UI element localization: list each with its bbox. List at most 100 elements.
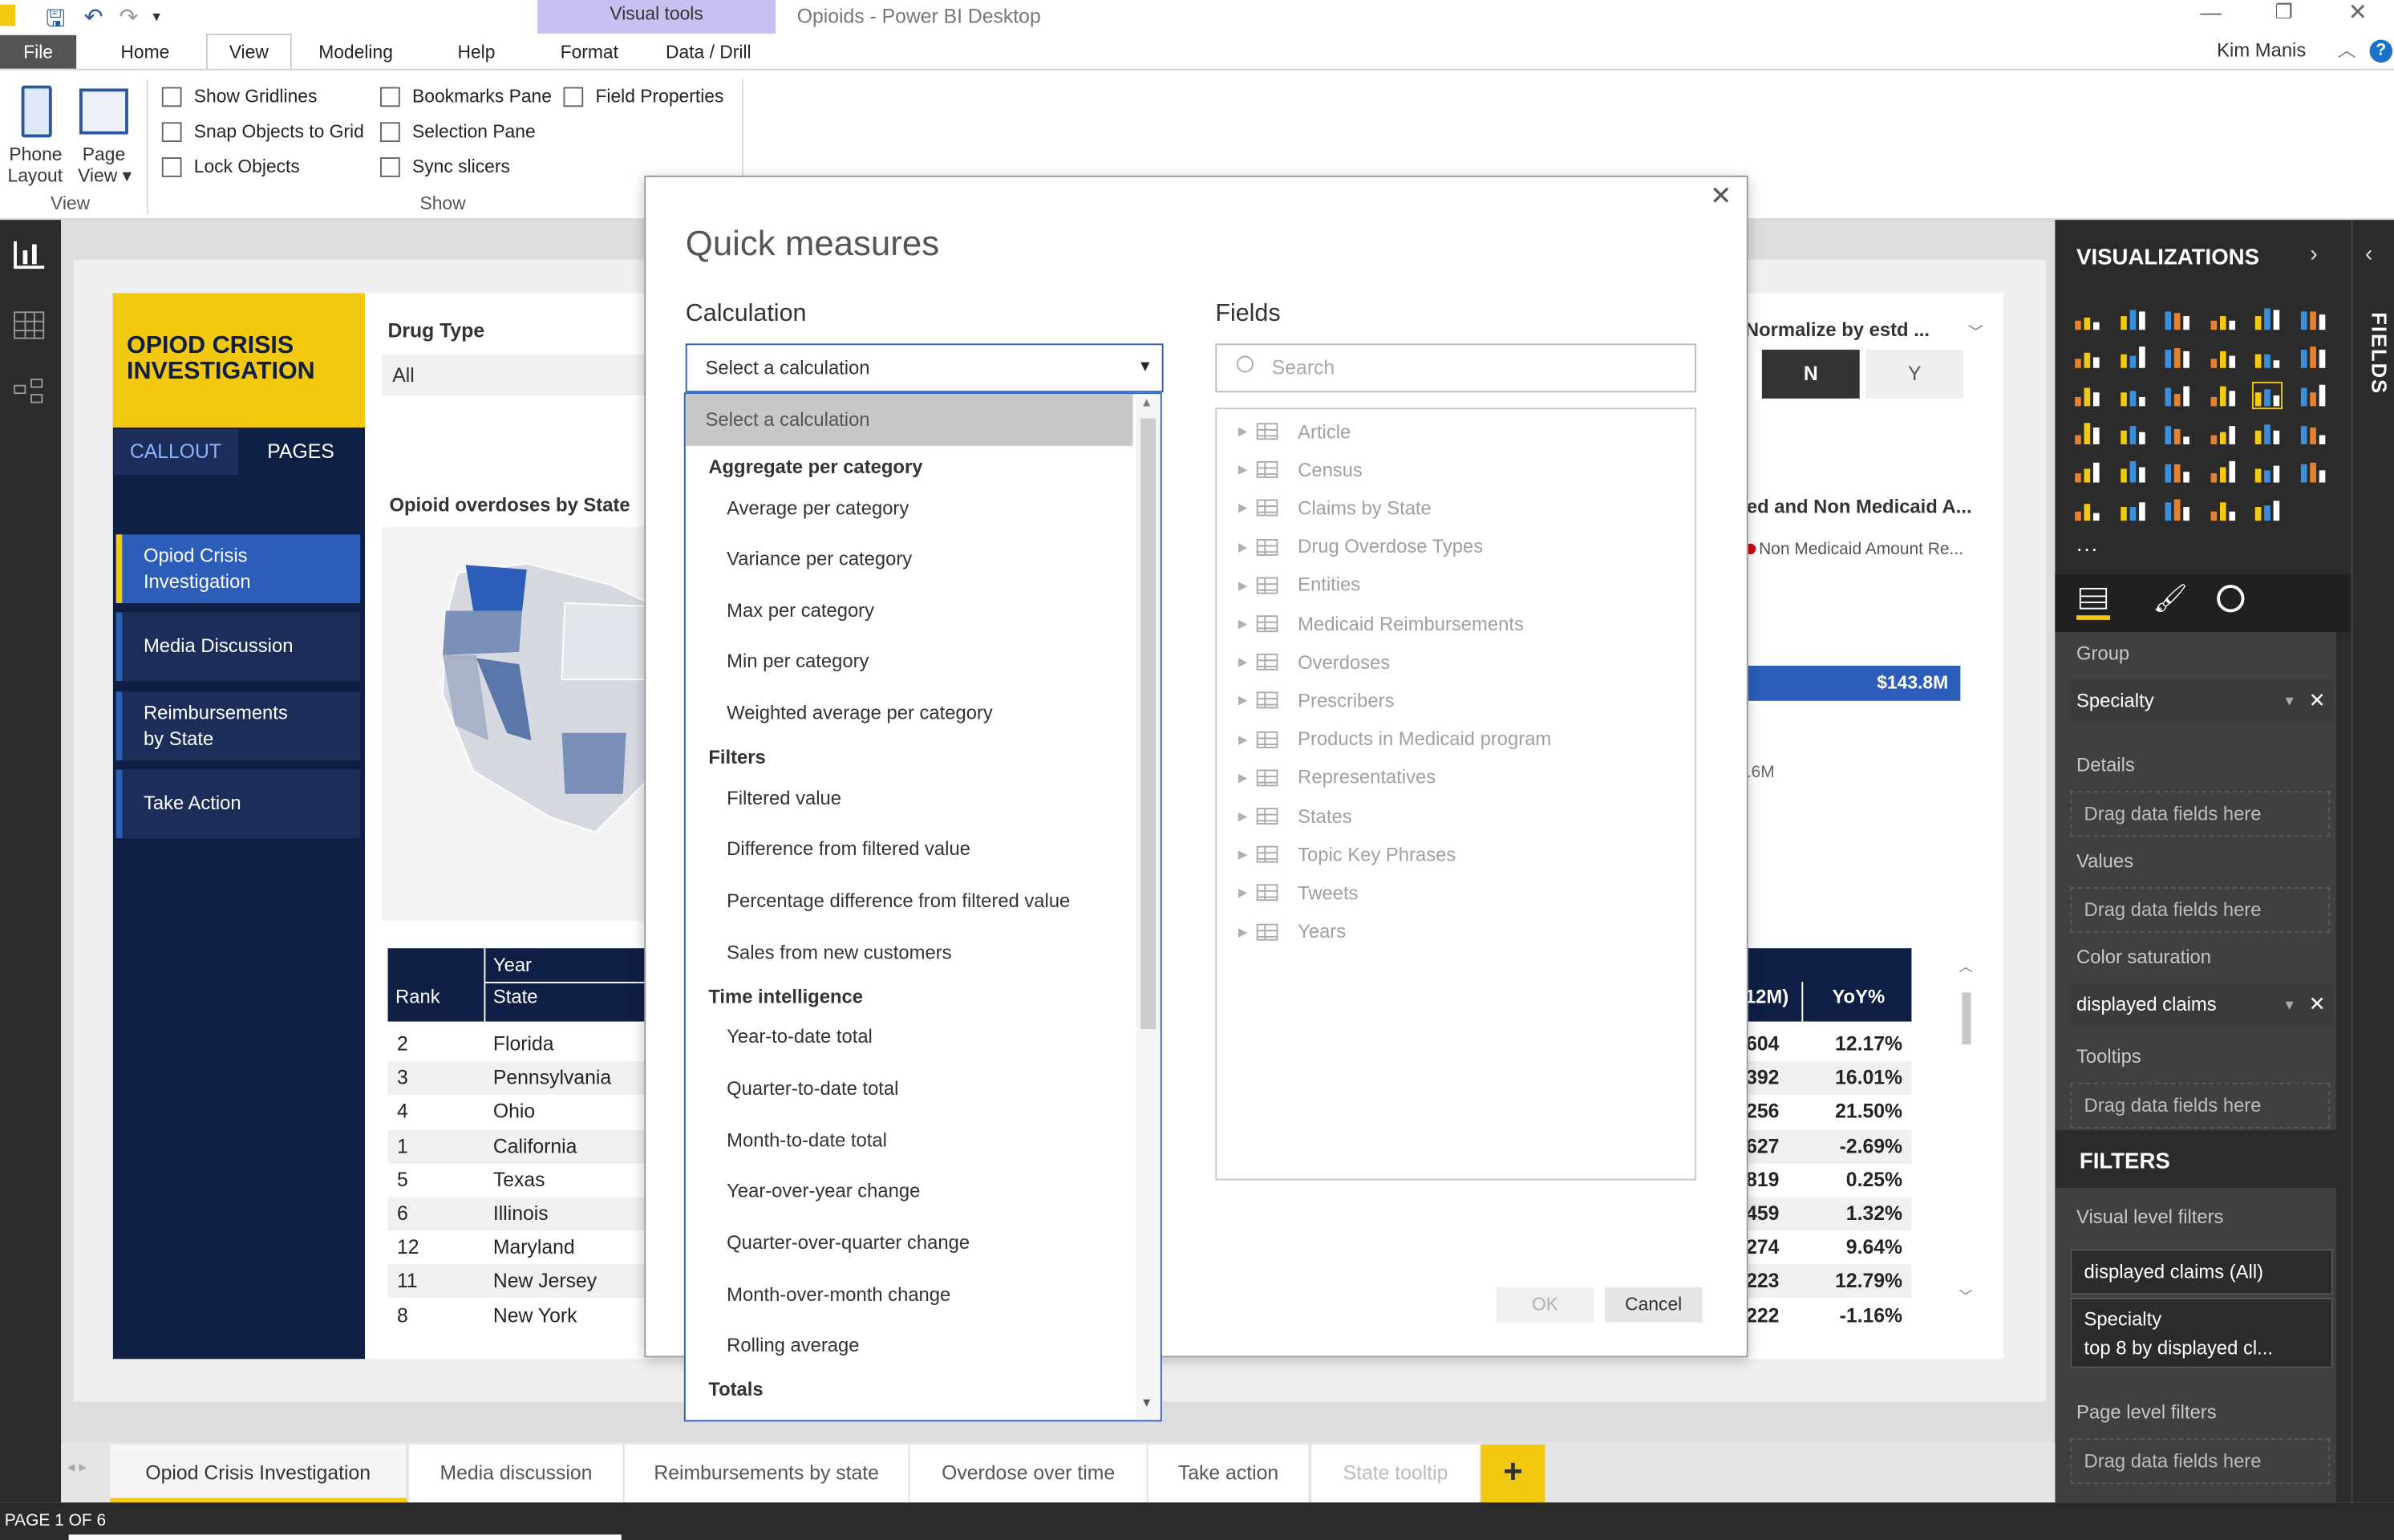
col-12m-header[interactable]: 12M) (1745, 987, 1788, 1008)
help-icon[interactable]: ? (2369, 39, 2393, 63)
remove-field-icon[interactable]: ✕ (2309, 679, 2326, 722)
yoy-cell[interactable]: 12.17% (1809, 1027, 1902, 1061)
rank-cell[interactable]: 1 (397, 1129, 408, 1163)
show-gridlines-checkbox[interactable]: Show Gridlines (161, 83, 317, 110)
yoy-header[interactable]: YoY% (1832, 987, 1885, 1008)
calculation-select[interactable]: Select a calculation ▼ (685, 343, 1164, 393)
field-table-item[interactable]: ▶ Medicaid Reimbursements (1238, 605, 1524, 643)
expand-arrow-icon[interactable]: ▶ (1238, 578, 1257, 592)
sync-slicers-checkbox[interactable]: Sync slicers (380, 152, 510, 180)
field-table-item[interactable]: ▶ Claims by State (1238, 489, 1432, 528)
custom-6-icon[interactable] (2254, 498, 2281, 522)
nav-take-action[interactable]: Take Action (115, 769, 361, 839)
state-cell[interactable]: Pennsylvania (493, 1061, 611, 1095)
selection-pane-checkbox[interactable]: Selection Pane (380, 118, 536, 145)
calc-option[interactable]: Filtered value (727, 785, 841, 813)
line-column-icon[interactable] (2209, 345, 2236, 369)
card-icon[interactable] (2209, 421, 2236, 445)
fields-pane-collapsed[interactable]: ‹ FIELDS (2351, 220, 2394, 1503)
page-tab[interactable]: State tooltip (1311, 1444, 1481, 1503)
slicer-icon[interactable] (2073, 460, 2100, 484)
normalize-chevron-icon[interactable]: ﹀ (1968, 319, 1983, 342)
page-tab[interactable]: Overdose over time (909, 1444, 1148, 1503)
ok-button[interactable]: OK (1496, 1287, 1594, 1323)
normalize-n-button[interactable]: N (1761, 349, 1860, 399)
snap-objects-checkbox[interactable]: Snap Objects to Grid (161, 118, 364, 145)
expand-arrow-icon[interactable]: ▶ (1238, 809, 1257, 823)
tab-view[interactable]: View (205, 33, 292, 71)
calc-option[interactable]: Min per category (727, 647, 869, 675)
page-tab[interactable]: Take action (1148, 1444, 1310, 1503)
pages-tab[interactable]: PAGES (237, 428, 364, 476)
dialog-close-icon[interactable]: ✕ (1710, 182, 1732, 213)
dropdown-selected-option[interactable]: Select a calculation (685, 394, 1133, 446)
remove-field-icon[interactable]: ✕ (2309, 983, 2326, 1026)
field-table-item[interactable]: ▶ Census (1238, 451, 1363, 489)
expand-arrow-icon[interactable]: ▶ (1238, 848, 1257, 861)
rank-cell[interactable]: 2 (397, 1027, 408, 1061)
donut-icon[interactable] (2209, 383, 2236, 407)
calc-option[interactable]: Percentage difference from filtered valu… (727, 887, 1070, 914)
expand-arrow-icon[interactable]: ▶ (1238, 925, 1257, 938)
close-window-icon[interactable]: ✕ (2348, 0, 2368, 26)
nav-opioid-crisis[interactable]: Opiod Crisis Investigation (115, 534, 361, 603)
relationships-view-icon[interactable] (14, 379, 44, 406)
add-page-button[interactable]: + (1481, 1444, 1545, 1503)
field-drop-zone[interactable]: Drag data fields here (2070, 791, 2331, 837)
calc-option[interactable]: Year-to-date total (727, 1023, 873, 1050)
stacked-column-icon[interactable] (2118, 307, 2145, 331)
filter-card-specialty[interactable]: Specialty top 8 by displayed cl... (2070, 1298, 2333, 1368)
well-field-pill[interactable]: displayed claims ▼ ✕ (2070, 983, 2333, 1027)
expand-arrow-icon[interactable]: ▶ (1238, 886, 1257, 900)
field-table-item[interactable]: ▶ Article (1238, 412, 1351, 451)
page-tab[interactable]: Reimbursements by state (624, 1444, 910, 1503)
collapse-pane-icon[interactable]: › (2310, 241, 2318, 267)
calc-option[interactable]: Difference from filtered value (727, 835, 970, 862)
state-header[interactable]: State (493, 987, 538, 1008)
format-paint-icon[interactable]: 🖌 (2153, 583, 2188, 615)
pill-chevron-icon[interactable]: ▼ (2283, 679, 2296, 722)
cancel-button[interactable]: Cancel (1604, 1287, 1703, 1323)
matrix-icon[interactable] (2164, 460, 2191, 484)
expand-arrow-icon[interactable]: ▶ (1238, 694, 1257, 707)
yoy-cell[interactable]: -1.16% (1809, 1299, 1902, 1332)
field-table-item[interactable]: ▶ Drug Overdose Types (1238, 528, 1483, 566)
scroll-thumb[interactable] (1962, 992, 1971, 1045)
state-cell[interactable]: California (493, 1129, 577, 1163)
state-cell[interactable]: Maryland (493, 1231, 575, 1265)
yoy-cell[interactable]: -2.69% (1809, 1129, 1902, 1163)
map-icon[interactable] (2299, 383, 2326, 407)
state-cell[interactable]: Texas (493, 1163, 545, 1197)
bar-mark[interactable]: $143.8M (1746, 666, 1961, 701)
tab-data-drill[interactable]: Data / Drill (650, 35, 767, 69)
expand-arrow-icon[interactable]: ▶ (1238, 617, 1257, 630)
calc-option[interactable]: Month-over-month change (727, 1281, 950, 1308)
dropdown-scroll-thumb[interactable] (1140, 418, 1156, 1030)
state-cell[interactable]: Illinois (493, 1198, 549, 1231)
page-filter-drop-zone[interactable]: Drag data fields here (2070, 1438, 2331, 1485)
100-column-icon[interactable] (2299, 307, 2326, 331)
pill-chevron-icon[interactable]: ▼ (2283, 983, 2296, 1026)
treemap-icon[interactable] (2251, 381, 2283, 410)
rank-cell[interactable]: 5 (397, 1163, 408, 1197)
custom-5-icon[interactable] (2209, 498, 2236, 522)
rank-header[interactable]: Rank (395, 987, 440, 1008)
yoy-cell[interactable]: 16.01% (1809, 1061, 1902, 1095)
r-visual-icon[interactable] (2209, 460, 2236, 484)
field-table-item[interactable]: ▶ Overdoses (1238, 643, 1390, 682)
well-field-pill[interactable]: Specialty ▼ ✕ (2070, 679, 2333, 723)
report-view-icon[interactable] (14, 241, 45, 270)
expand-arrow-icon[interactable]: ▶ (1238, 501, 1257, 515)
tab-format[interactable]: Format (544, 35, 635, 69)
field-table-item[interactable]: ▶ Tweets (1238, 874, 1359, 913)
tab-scroll-arrows[interactable]: ◂ ▸ (67, 1460, 87, 1477)
clustered-bar-icon[interactable] (2164, 307, 2191, 331)
calc-option[interactable]: Month-to-date total (727, 1127, 887, 1154)
tab-file[interactable]: File (0, 34, 77, 69)
scatter-icon[interactable] (2118, 383, 2145, 407)
field-table-item[interactable]: ▶ Entities (1238, 566, 1360, 605)
ribbon-chart-icon[interactable] (2299, 345, 2326, 369)
calc-option[interactable]: Weighted average per category (727, 699, 993, 727)
field-properties-checkbox[interactable]: Field Properties (563, 83, 723, 110)
phone-layout-button[interactable]: Phone Layout (6, 83, 64, 186)
